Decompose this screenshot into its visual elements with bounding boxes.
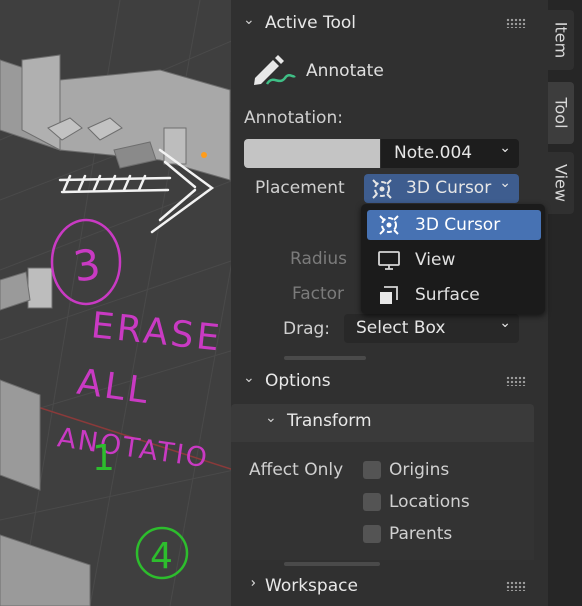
3d-viewport[interactable]: 3 ERASE ALL ANOTATIO 1 4 xyxy=(0,0,234,606)
chevron-down-icon: ⌄ xyxy=(499,140,511,156)
drag-dropdown[interactable]: Select Box ⌄ xyxy=(344,314,519,343)
viewport-annotation-number: 3 xyxy=(70,239,103,291)
placement-menu: 3D Cursor View Surface xyxy=(361,204,545,314)
note-value: Note.004 xyxy=(394,143,473,163)
annotation-color-swatch[interactable] xyxy=(244,139,380,168)
tab-tool-label: Tool xyxy=(551,97,571,129)
chevron-down-icon: ⌄ xyxy=(265,410,277,426)
annotation-note-dropdown[interactable]: Note.004 ⌄ xyxy=(381,139,519,168)
surface-icon xyxy=(377,283,401,312)
tab-tool[interactable]: Tool xyxy=(548,82,574,144)
placement-dropdown[interactable]: 3D Cursor ⌄ xyxy=(364,174,519,203)
parents-checkbox[interactable] xyxy=(363,525,381,543)
menu-item-3d-cursor[interactable]: 3D Cursor xyxy=(367,210,541,240)
drag-value: Select Box xyxy=(356,318,446,338)
tab-view-label: View xyxy=(551,164,571,202)
menu-item-label: Surface xyxy=(415,285,480,305)
placement-label: Placement xyxy=(255,178,345,198)
divider xyxy=(284,356,366,360)
monitor-icon xyxy=(377,248,401,277)
options-title: Options xyxy=(265,371,331,391)
locations-label: Locations xyxy=(389,492,470,512)
origins-checkbox[interactable] xyxy=(363,461,381,479)
viewport-scene: 3 ERASE ALL ANOTATIO 1 4 xyxy=(0,0,234,606)
chevron-down-icon: ⌄ xyxy=(243,370,255,386)
workspace-title: Workspace xyxy=(265,576,358,596)
chevron-down-icon: ⌄ xyxy=(243,12,255,28)
menu-item-view[interactable]: View xyxy=(367,245,541,275)
placement-value: 3D Cursor xyxy=(406,178,492,198)
viewport-annotation-number: 1 xyxy=(92,438,115,479)
transform-subpanel: ⌄ Transform Affect Only Origins Location… xyxy=(231,404,534,560)
menu-item-label: 3D Cursor xyxy=(415,215,501,235)
tab-item-label: Item xyxy=(551,21,571,59)
sidebar-tabs: Item Tool View xyxy=(548,0,582,606)
affect-only-label: Affect Only xyxy=(249,460,344,480)
active-tool-header[interactable]: ⌄ Active Tool xyxy=(231,6,548,40)
chevron-down-icon: ⌄ xyxy=(499,315,511,331)
origins-label: Origins xyxy=(389,460,450,480)
tab-item[interactable]: Item xyxy=(548,10,574,70)
tool-name: Annotate xyxy=(306,61,384,81)
locations-checkbox[interactable] xyxy=(363,493,381,511)
workspace-header[interactable]: ⌄ Workspace xyxy=(231,569,548,603)
viewport-annotation-word: ERASE xyxy=(89,305,224,360)
viewport-annotation-number: 4 xyxy=(150,536,173,577)
parents-label: Parents xyxy=(389,524,453,544)
menu-item-surface[interactable]: Surface xyxy=(367,280,541,310)
drag-grip-icon[interactable] xyxy=(506,376,526,386)
chevron-down-icon: ⌄ xyxy=(499,175,511,191)
cursor-icon xyxy=(377,213,401,242)
active-tool-title: Active Tool xyxy=(265,13,357,33)
options-header[interactable]: ⌄ Options xyxy=(231,364,548,398)
menu-item-label: View xyxy=(415,250,456,270)
tab-view[interactable]: View xyxy=(548,152,574,214)
drag-grip-icon[interactable] xyxy=(506,18,526,28)
viewport-annotation-word: ALL xyxy=(75,362,154,413)
divider xyxy=(284,562,380,566)
drag-label: Drag: xyxy=(283,319,331,339)
annotate-tool-icon xyxy=(251,52,297,93)
drag-grip-icon[interactable] xyxy=(506,581,526,591)
chevron-right-icon: ⌄ xyxy=(242,577,259,589)
transform-title: Transform xyxy=(287,411,372,431)
radius-label: Radius xyxy=(290,249,348,269)
annotation-label: Annotation: xyxy=(244,108,343,128)
transform-header[interactable]: ⌄ Transform xyxy=(231,404,534,438)
viewport-annotation-word: ANOTATIO xyxy=(56,422,211,474)
cursor-icon xyxy=(370,177,394,206)
factor-label: Factor xyxy=(292,284,345,304)
